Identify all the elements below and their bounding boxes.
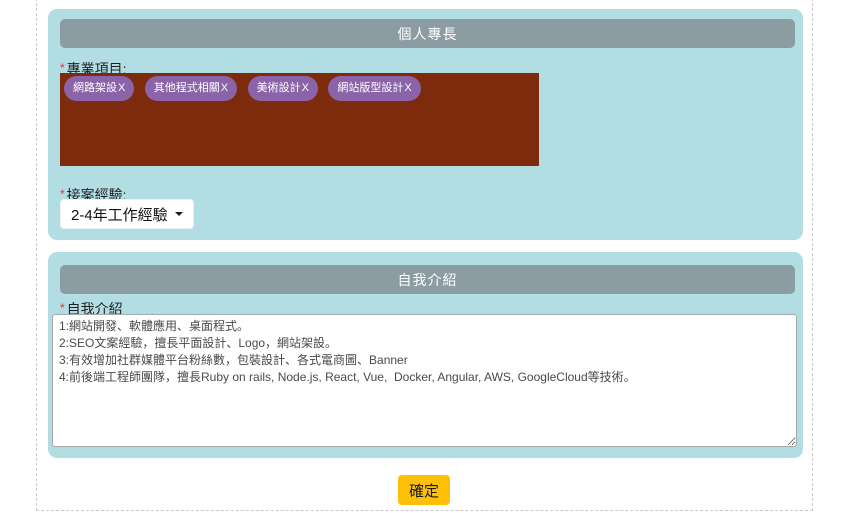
tag-remove-x-icon[interactable]: X (118, 83, 125, 94)
caret-down-icon (175, 212, 183, 216)
tag-pill[interactable]: 網站版型設計X (328, 76, 420, 101)
personal-expertise-panel: 個人專長 *專業項目: 網路架設X 其他程式相關X 美術設計X 網站版型設計X … (48, 9, 803, 240)
specialties-tagbox: 網路架設X 其他程式相關X 美術設計X 網站版型設計X (60, 73, 539, 166)
experience-dropdown-value: 2-4年工作經驗 (71, 204, 168, 225)
self-introduction-textarea[interactable]: 1:網站開發、軟體應用、桌面程式。 2:SEO文案經驗，擅長平面設計、Logo，… (52, 314, 797, 447)
tag-remove-x-icon[interactable]: X (302, 83, 309, 94)
tag-pill[interactable]: 其他程式相關X (145, 76, 237, 101)
profile-form-page: 個人專長 *專業項目: 網路架設X 其他程式相關X 美術設計X 網站版型設計X … (0, 0, 842, 513)
tag-label: 美術設計 (257, 83, 301, 94)
confirm-button-label: 確定 (409, 480, 439, 501)
tag-label: 其他程式相關 (154, 83, 220, 94)
required-marker: * (60, 301, 65, 315)
tag-label: 網路架設 (73, 83, 117, 94)
self-introduction-title: 自我介紹 (398, 270, 458, 290)
self-introduction-panel: 自我介紹 *自我介紹 1:網站開發、軟體應用、桌面程式。 2:SEO文案經驗，擅… (48, 252, 803, 458)
tag-pill[interactable]: 網路架設X (64, 76, 134, 101)
self-introduction-header: 自我介紹 (60, 265, 795, 294)
tag-remove-x-icon[interactable]: X (221, 83, 228, 94)
tag-pill[interactable]: 美術設計X (248, 76, 318, 101)
personal-expertise-header: 個人專長 (60, 19, 795, 48)
tag-remove-x-icon[interactable]: X (404, 83, 411, 94)
personal-expertise-title: 個人專長 (398, 24, 458, 44)
experience-dropdown[interactable]: 2-4年工作經驗 (60, 199, 194, 229)
confirm-button[interactable]: 確定 (398, 475, 450, 505)
tag-label: 網站版型設計 (337, 83, 403, 94)
